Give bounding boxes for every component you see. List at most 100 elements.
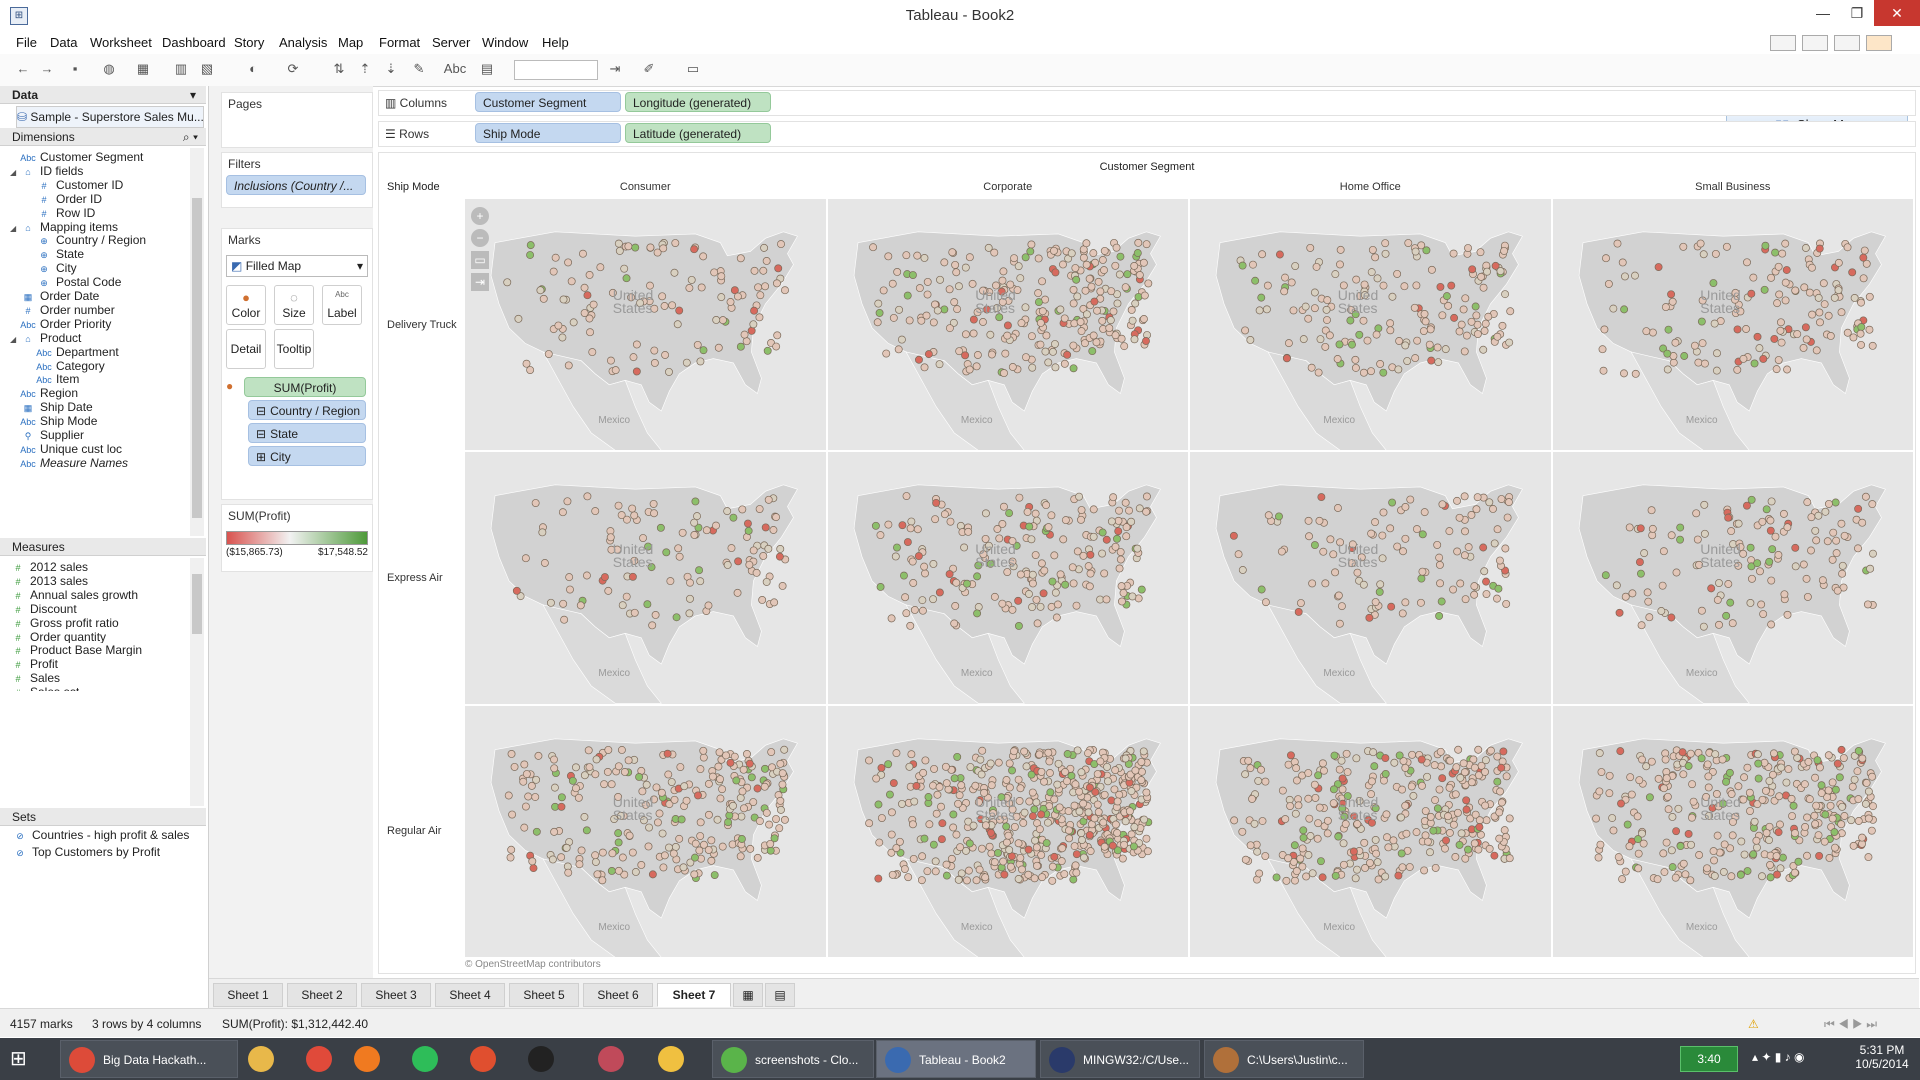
city-mark[interactable] [1686,749,1695,758]
city-mark[interactable] [1112,828,1121,837]
city-mark[interactable] [1397,813,1405,822]
city-mark[interactable] [1046,511,1055,520]
city-mark[interactable] [673,320,682,329]
city-mark[interactable] [1017,319,1025,328]
city-mark[interactable] [568,776,577,785]
city-mark[interactable] [1753,332,1761,341]
row-header[interactable]: Regular Air [387,825,441,837]
city-mark[interactable] [1291,262,1300,270]
city-mark[interactable] [1304,794,1313,803]
city-mark[interactable] [873,299,882,308]
city-mark[interactable] [1790,868,1799,877]
city-mark[interactable] [632,367,641,376]
city-mark[interactable] [1086,846,1095,855]
city-mark[interactable] [1023,508,1031,517]
city-mark[interactable] [1664,325,1672,334]
city-mark[interactable] [1264,511,1273,520]
city-mark[interactable] [1381,239,1390,248]
city-mark[interactable] [1313,834,1322,843]
city-mark[interactable] [1852,766,1861,775]
map-svg[interactable] [465,199,826,451]
city-mark[interactable] [1783,611,1791,620]
customer-segment-pill[interactable]: Customer Segment [475,92,621,112]
city-mark[interactable] [1621,867,1630,876]
city-mark[interactable] [582,571,591,580]
city-mark[interactable] [939,305,948,314]
city-mark[interactable] [961,330,970,339]
city-mark[interactable] [942,871,951,880]
city-mark[interactable] [1709,846,1718,855]
city-mark[interactable] [1286,801,1295,810]
city-mark[interactable] [1343,767,1352,776]
row-header[interactable]: Delivery Truck [387,319,457,331]
city-mark[interactable] [1637,755,1646,764]
city-mark[interactable] [959,543,968,552]
city-mark[interactable] [1133,249,1142,257]
city-mark[interactable] [598,848,607,857]
city-mark[interactable] [679,863,688,871]
city-mark[interactable] [929,840,938,849]
city-mark[interactable] [566,585,574,594]
city-mark[interactable] [1298,844,1307,853]
city-mark[interactable] [591,850,600,859]
swap-icon[interactable]: ⇅ [330,61,348,77]
city-mark[interactable] [1865,565,1874,573]
city-mark[interactable] [743,749,751,758]
city-mark[interactable] [614,239,623,248]
city-mark[interactable] [1597,767,1605,776]
city-mark[interactable] [1687,779,1696,788]
city-mark[interactable] [1719,867,1728,876]
city-mark[interactable] [585,762,594,771]
city-mark[interactable] [1604,279,1613,288]
pin-icon[interactable]: ⇥ [606,61,624,77]
city-mark[interactable] [1714,621,1723,630]
city-mark[interactable] [1726,871,1735,880]
city-mark[interactable] [1828,556,1837,565]
city-mark[interactable] [984,243,993,252]
city-mark[interactable] [775,552,784,561]
city-mark[interactable] [1435,561,1444,570]
city-mark[interactable] [1595,748,1604,757]
city-mark[interactable] [1294,608,1303,617]
city-mark[interactable] [572,763,580,771]
city-mark[interactable] [1460,492,1469,501]
taskbar-window[interactable]: Big Data Hackath... [60,1040,238,1078]
city-mark[interactable] [1506,307,1515,316]
city-mark[interactable] [1329,785,1338,793]
menu-dashboard[interactable]: Dashboard [162,35,226,50]
city-mark[interactable] [1258,816,1267,825]
city-mark[interactable] [1323,296,1332,305]
city-mark[interactable] [1071,861,1080,869]
city-mark[interactable] [1043,748,1052,757]
city-mark[interactable] [1497,763,1506,772]
city-mark[interactable] [529,863,538,872]
city-mark[interactable] [1615,609,1623,618]
city-mark[interactable] [1461,595,1470,604]
city-mark[interactable] [1137,767,1146,776]
city-mark[interactable] [766,846,775,855]
forward-icon[interactable]: → [38,61,56,77]
city-mark[interactable] [906,749,915,758]
city-mark[interactable] [606,356,615,365]
city-mark[interactable] [559,295,568,304]
city-mark[interactable] [569,318,578,327]
city-mark[interactable] [1861,493,1870,502]
measures-scrollbar[interactable] [190,558,204,806]
city-mark[interactable] [1054,759,1062,768]
city-mark[interactable] [1036,810,1045,819]
city-mark[interactable] [564,868,573,877]
city-mark[interactable] [1349,847,1358,856]
city-mark[interactable] [1085,582,1094,591]
city-mark[interactable] [1863,852,1872,861]
city-mark[interactable] [901,251,910,260]
city-mark[interactable] [718,784,727,793]
city-mark[interactable] [1616,799,1625,808]
sheet-tab[interactable]: Sheet 7 [657,983,731,1007]
city-mark[interactable] [1026,240,1035,249]
city-mark[interactable] [1135,504,1144,513]
city-mark[interactable] [908,271,917,279]
city-mark[interactable] [1002,775,1010,784]
city-mark[interactable] [628,848,637,857]
city-mark[interactable] [906,517,915,526]
city-mark[interactable] [622,274,631,283]
